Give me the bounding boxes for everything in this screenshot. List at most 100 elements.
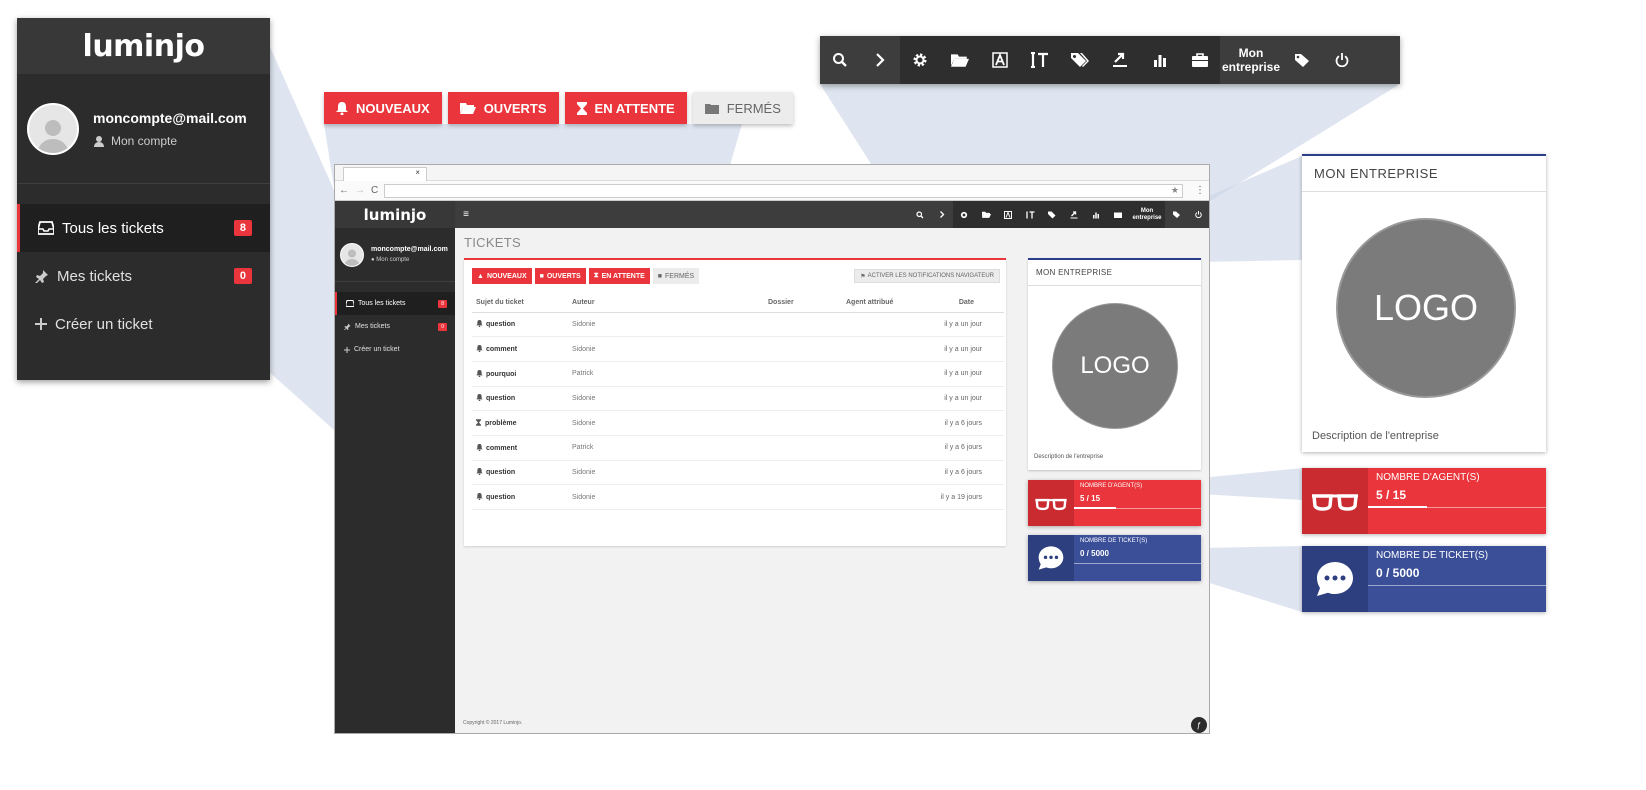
sidebar-item-my-tickets[interactable]: Mes tickets 0 (335, 315, 455, 338)
close-icon[interactable]: × (415, 168, 420, 177)
copyright: Copyright © 2017 Luminjo. (463, 720, 523, 726)
folders-button[interactable] (940, 36, 980, 84)
sidebar-item-all-tickets[interactable]: Tous les tickets 8 (335, 292, 455, 315)
app-sidebar: luminjo moncompte@mail.com ● Mon compte … (335, 201, 455, 733)
bell-icon (476, 394, 486, 402)
tab-fermes[interactable]: FERMÉS (692, 92, 793, 124)
table-row[interactable]: question Sidonie il y a un jour (472, 386, 1004, 412)
briefcase-button[interactable] (1107, 201, 1129, 228)
logout-button[interactable] (1322, 36, 1362, 84)
stats-button[interactable] (1140, 36, 1180, 84)
sidebar-item-all-tickets[interactable]: Tous les tickets 8 (17, 204, 270, 252)
export-button[interactable] (1100, 36, 1140, 84)
expand-button[interactable] (860, 36, 900, 84)
ticket-subject[interactable]: problème (472, 410, 568, 436)
font-button[interactable] (980, 36, 1020, 84)
ticket-subject[interactable]: comment (472, 336, 568, 362)
ticket-subject[interactable]: pourquoi (472, 361, 568, 387)
col-folder[interactable]: Dossier (764, 294, 842, 313)
ticket-subject[interactable]: question (472, 312, 568, 338)
star-icon[interactable]: ★ (1171, 185, 1179, 196)
company-title: MON ENTREPRISE (1028, 260, 1201, 286)
company-menu[interactable]: Mon entreprise (1220, 46, 1282, 74)
sidebar-item-create-ticket[interactable]: Créer un ticket (335, 338, 455, 361)
search-button[interactable] (820, 36, 860, 84)
ticket-author: Sidonie (568, 386, 764, 412)
font-button[interactable] (997, 201, 1019, 228)
url-input[interactable]: ★ (384, 183, 1183, 198)
ticket-subject[interactable]: question (472, 386, 568, 412)
tab-fermes[interactable]: ■ FERMÉS (652, 268, 700, 284)
browser-tab[interactable]: × (343, 167, 427, 181)
folders-button[interactable] (975, 201, 997, 228)
ticket-folder (764, 435, 842, 461)
ticket-subject[interactable]: question (472, 484, 568, 510)
settings-button[interactable] (900, 36, 940, 84)
brand-logo[interactable]: luminjo (17, 18, 270, 74)
table-row[interactable]: comment Sidonie il y a un jour (472, 336, 1004, 362)
text-height-button[interactable] (1020, 36, 1060, 84)
font-icon (992, 52, 1008, 68)
avatar[interactable] (340, 242, 364, 267)
col-agent[interactable]: Agent attribué (842, 294, 930, 313)
hourglass-icon (576, 101, 587, 115)
symfony-icon[interactable]: ƒ (1191, 717, 1207, 733)
ticket-subject[interactable]: comment (472, 435, 568, 461)
tags-button[interactable] (1041, 201, 1063, 228)
table-row[interactable]: comment Patrick il y a 6 jours (472, 435, 1004, 461)
company-menu[interactable]: Mon entreprise (1129, 201, 1165, 228)
stat-value: 0 / 5000 (1080, 549, 1109, 558)
account-link[interactable]: ● Mon compte (371, 257, 448, 263)
ticket-date: il y a un jour (930, 361, 1004, 387)
table-row[interactable]: question Sidonie il y a 19 jours (472, 484, 1004, 510)
account-label: Mon compte (111, 133, 178, 148)
tab-ouverts[interactable]: OUVERTS (447, 92, 559, 124)
chat-bubble-icon (1302, 546, 1368, 612)
hamburger-icon[interactable]: ≡ (455, 209, 477, 220)
table-row[interactable]: problème Sidonie il y a 6 jours (472, 410, 1004, 436)
stats-button[interactable] (1085, 201, 1107, 228)
table-row[interactable]: pourquoi Patrick il y a un jour (472, 361, 1004, 387)
account-link[interactable]: Mon compte (93, 134, 247, 148)
tags-button[interactable] (1060, 36, 1100, 84)
sidebar-item-my-tickets[interactable]: Mes tickets 0 (17, 252, 270, 300)
text-height-button[interactable] (1019, 201, 1041, 228)
tab-label: NOUVEAUX (356, 100, 430, 116)
bell-icon (476, 468, 486, 476)
tab-en-attente[interactable]: ⧗ EN ATTENTE (588, 268, 650, 284)
table-row[interactable]: question Sidonie il y a un jour (472, 312, 1004, 338)
logout-button[interactable] (1187, 201, 1209, 228)
bell-icon (476, 345, 486, 353)
brand-logo[interactable]: luminjo (335, 201, 455, 228)
briefcase-button[interactable] (1180, 36, 1220, 84)
forward-icon[interactable]: → (355, 185, 365, 196)
ticket-subject[interactable]: question (472, 460, 568, 486)
reload-icon[interactable]: C (371, 185, 378, 196)
browser-menu-icon[interactable]: ⋮ (1195, 185, 1205, 196)
back-icon[interactable]: ← (339, 185, 349, 196)
col-date[interactable]: Date (930, 294, 1004, 313)
enable-notifications-button[interactable]: ⚑ ACTIVER LES NOTIFICATIONS NAVIGATEUR (854, 269, 1000, 283)
table-row[interactable]: question Sidonie il y a 6 jours (472, 460, 1004, 486)
bell-icon (476, 443, 486, 452)
app-viewport: luminjo moncompte@mail.com ● Mon compte … (335, 201, 1209, 733)
sidebar-item-create-ticket[interactable]: Créer un ticket (17, 300, 270, 348)
ticket-date: il y a 6 jours (930, 435, 1004, 461)
ticket-date: il y a 19 jours (930, 484, 1004, 510)
search-button[interactable] (909, 201, 931, 228)
col-subject[interactable]: Sujet du ticket (472, 294, 568, 313)
avatar[interactable] (27, 102, 79, 155)
tab-nouveaux[interactable]: ▲ NOUVEAUX (472, 268, 532, 284)
tab-ouverts[interactable]: ■ OUVERTS (534, 268, 586, 284)
stat-label: NOMBRE D'AGENT(S) (1080, 483, 1143, 489)
expand-button[interactable] (931, 201, 953, 228)
settings-button[interactable] (953, 201, 975, 228)
upload-icon (1070, 210, 1078, 218)
tab-en-attente[interactable]: EN ATTENTE (564, 92, 687, 124)
export-button[interactable] (1063, 201, 1085, 228)
tag-button[interactable] (1282, 36, 1322, 84)
col-author[interactable]: Auteur (568, 294, 764, 313)
tag-button[interactable] (1165, 201, 1187, 228)
tab-nouveaux[interactable]: NOUVEAUX (324, 92, 442, 124)
subject-text: question (486, 395, 516, 403)
